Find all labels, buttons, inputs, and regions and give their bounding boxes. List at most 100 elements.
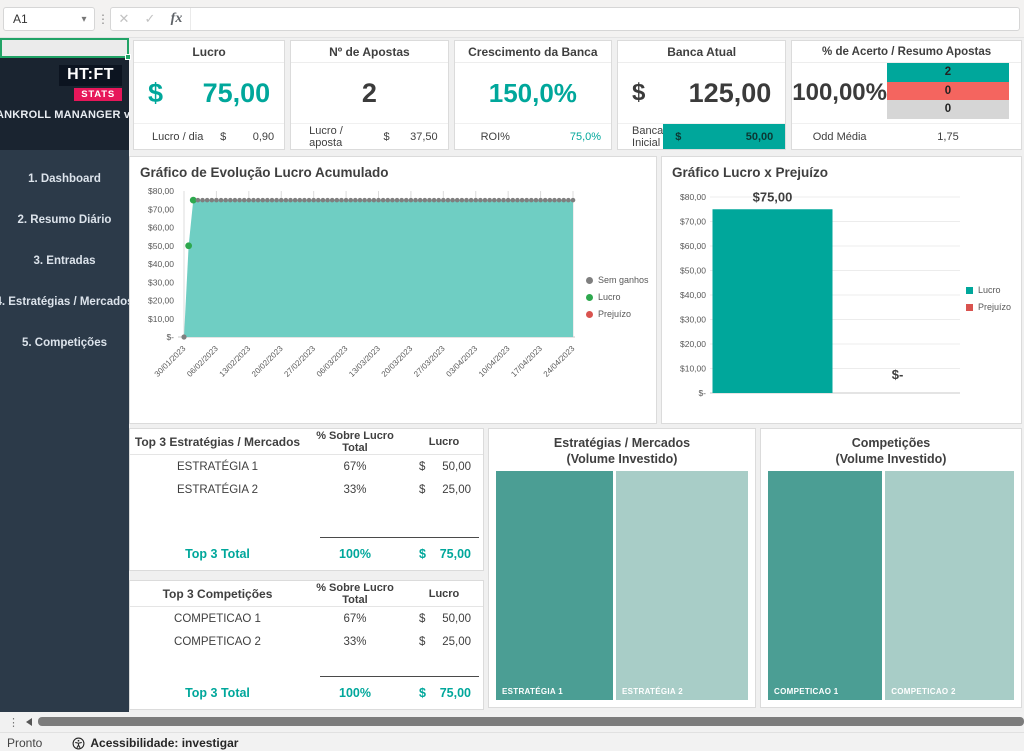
currency-symbol: $ bbox=[148, 78, 163, 109]
treemap-block-label: ESTRATÉGIA 1 bbox=[502, 687, 563, 696]
svg-text:17/04/2023: 17/04/2023 bbox=[509, 344, 544, 379]
name-box[interactable]: A1 ▾ bbox=[3, 7, 95, 31]
kpi-value: 75,00 bbox=[203, 78, 271, 109]
svg-text:27/02/2023: 27/02/2023 bbox=[282, 344, 317, 379]
table-header: Top 3 Competições bbox=[130, 587, 305, 601]
accessibility-button[interactable]: Acessibilidade: investigar bbox=[72, 736, 238, 750]
table-header: % Sobre Lucro Total bbox=[305, 430, 405, 454]
prejuizo-marker-icon bbox=[966, 304, 973, 311]
top3-estrategias-table: Top 3 Estratégias / Mercados % Sobre Luc… bbox=[129, 428, 484, 571]
treemap-block: COMPETICAO 1 bbox=[768, 471, 882, 700]
cancel-icon[interactable]: ✕ bbox=[111, 11, 137, 27]
table-row: COMPETICAO 1 67% $50,00 bbox=[130, 607, 483, 630]
formula-input[interactable] bbox=[191, 8, 1019, 30]
selection-fill-handle[interactable] bbox=[125, 54, 131, 60]
status-ready: Pronto bbox=[7, 736, 42, 750]
table-header: Lucro bbox=[405, 436, 483, 448]
prejuizo-marker-icon bbox=[586, 311, 593, 318]
svg-text:$30,00: $30,00 bbox=[680, 315, 706, 325]
confirm-icon[interactable]: ✓ bbox=[137, 11, 163, 27]
svg-text:$-: $- bbox=[166, 332, 174, 342]
treemap-subtitle: (Volume Investido) bbox=[761, 452, 1021, 468]
row-pct: 67% bbox=[305, 461, 405, 473]
svg-text:06/02/2023: 06/02/2023 bbox=[185, 344, 220, 379]
svg-text:03/04/2023: 03/04/2023 bbox=[444, 344, 479, 379]
total-currency: $ bbox=[419, 686, 426, 700]
resumo-apostas-cells: 2 0 0 bbox=[887, 63, 1009, 123]
sidebar-item-dashboard[interactable]: 1. Dashboard bbox=[28, 173, 101, 185]
total-currency: $ bbox=[419, 547, 426, 561]
table-header: % Sobre Lucro Total bbox=[305, 582, 405, 606]
row-value: 50,00 bbox=[442, 461, 471, 473]
row-currency: $ bbox=[419, 613, 425, 625]
svg-text:$60,00: $60,00 bbox=[148, 223, 174, 233]
scrollbar-thumb[interactable] bbox=[38, 717, 1024, 726]
treemap-block-label: ESTRATÉGIA 2 bbox=[622, 687, 683, 696]
row-name: COMPETICAO 2 bbox=[130, 636, 305, 648]
svg-text:24/04/2023: 24/04/2023 bbox=[542, 344, 577, 379]
kpi-footer-label: Banca Inicial bbox=[618, 125, 663, 149]
footer-value: 37,50 bbox=[402, 131, 448, 143]
svg-text:$10,00: $10,00 bbox=[148, 314, 174, 324]
footer-currency: $ bbox=[208, 131, 238, 143]
scrollbar-dots-icon[interactable]: ⋮ bbox=[8, 712, 19, 732]
sidebar-item-competicoes[interactable]: 5. Competições bbox=[22, 337, 107, 349]
table-row: ESTRATÉGIA 1 67% $50,00 bbox=[130, 455, 483, 478]
lucro-marker-icon bbox=[586, 294, 593, 301]
total-value: 75,00 bbox=[440, 547, 471, 561]
table-total-row: Top 3 Total 100% $75,00 bbox=[130, 538, 483, 570]
kpi-value: 150,0% bbox=[489, 78, 577, 109]
svg-text:10/04/2023: 10/04/2023 bbox=[477, 344, 512, 379]
bar-chart-legend: Lucro Prejuízo bbox=[966, 285, 1011, 312]
legend-label: Prejuízo bbox=[978, 302, 1011, 312]
fx-icon[interactable]: fx bbox=[163, 8, 191, 30]
treemap-block: COMPETICAO 2 bbox=[885, 471, 1014, 700]
kpi-title: Banca Atual bbox=[618, 41, 785, 63]
kpi-card-lucro: Lucro $ 75,00 Lucro / dia $ 0,90 bbox=[133, 40, 285, 150]
row-name: ESTRATÉGIA 2 bbox=[130, 484, 305, 496]
svg-text:$20,00: $20,00 bbox=[148, 296, 174, 306]
sidebar-item-resumo-diario[interactable]: 2. Resumo Diário bbox=[18, 214, 112, 226]
treemap-block: ESTRATÉGIA 1 bbox=[496, 471, 613, 700]
scroll-left-arrow-icon[interactable] bbox=[26, 718, 32, 726]
area-chart-svg: $80,00$70,00$60,00$50,00$40,00$30,00$20,… bbox=[138, 185, 583, 417]
kpi-footer-label: ROI% bbox=[455, 131, 551, 143]
total-name: Top 3 Total bbox=[130, 547, 305, 561]
cell-reference: A1 bbox=[4, 12, 74, 26]
row-name: COMPETICAO 1 bbox=[130, 613, 305, 625]
row-value: 50,00 bbox=[442, 613, 471, 625]
table-header: Top 3 Estratégias / Mercados bbox=[130, 435, 305, 449]
svg-text:$-: $- bbox=[892, 367, 904, 382]
total-pct: 100% bbox=[305, 686, 405, 700]
legend-label: Lucro bbox=[598, 292, 621, 302]
sidebar-item-estrategias-mercados[interactable]: 4. Estratégias / Mercados bbox=[0, 296, 134, 308]
svg-text:20/02/2023: 20/02/2023 bbox=[250, 344, 285, 379]
horizontal-scrollbar: ⋮ bbox=[0, 712, 1024, 732]
kpi-row: Lucro $ 75,00 Lucro / dia $ 0,90 Nº de A… bbox=[133, 40, 1022, 150]
footer-value: 1,75 bbox=[887, 131, 1009, 143]
kpi-value: 125,00 bbox=[689, 78, 772, 109]
accessibility-label: Acessibilidade: investigar bbox=[90, 736, 238, 750]
sem-ganhos-marker-icon bbox=[586, 277, 593, 284]
treemap-competicoes: Competições (Volume Investido) COMPETICA… bbox=[760, 428, 1022, 708]
svg-text:13/03/2023: 13/03/2023 bbox=[347, 344, 382, 379]
kpi-title: Nº de Apostas bbox=[291, 41, 447, 63]
svg-text:$70,00: $70,00 bbox=[680, 217, 706, 227]
top3-competicoes-table: Top 3 Competições % Sobre Lucro Total Lu… bbox=[129, 580, 484, 710]
treemap-estrategias: Estratégias / Mercados (Volume Investido… bbox=[488, 428, 756, 708]
sidebar-item-entradas[interactable]: 3. Entradas bbox=[34, 255, 96, 267]
dashboard-sidebar: HT:FT STATS ANKROLL MANANGER v 1. Dashbo… bbox=[0, 38, 129, 712]
row-currency: $ bbox=[419, 484, 425, 496]
svg-text:$40,00: $40,00 bbox=[148, 259, 174, 269]
status-bar: Pronto Acessibilidade: investigar bbox=[0, 732, 1024, 751]
table-row: ESTRATÉGIA 2 33% $25,00 bbox=[130, 478, 483, 501]
kpi-title: % de Acerto / Resumo Apostas bbox=[792, 41, 1021, 63]
cell-value: 50,00 bbox=[746, 131, 774, 143]
kpi-value: 100,00% bbox=[792, 63, 887, 123]
selected-cell-a1[interactable] bbox=[0, 38, 129, 58]
row-name: ESTRATÉGIA 1 bbox=[130, 461, 305, 473]
svg-text:20/03/2023: 20/03/2023 bbox=[380, 344, 415, 379]
area-chart-title: Gráfico de Evolução Lucro Acumulado bbox=[130, 157, 656, 180]
chevron-down-icon[interactable]: ▾ bbox=[74, 14, 94, 25]
row-pct: 33% bbox=[305, 636, 405, 648]
